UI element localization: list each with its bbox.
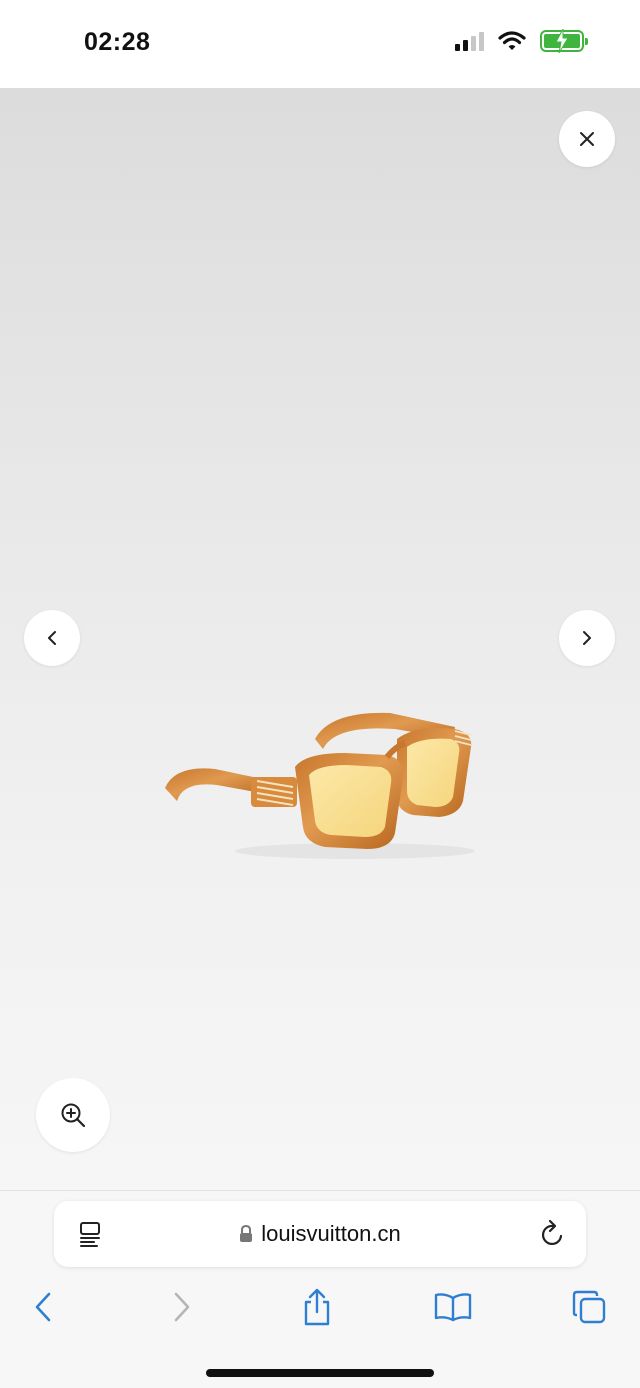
tabs-button[interactable] xyxy=(569,1287,609,1327)
home-indicator[interactable] xyxy=(206,1369,434,1377)
browser-bar: louisvuitton.cn xyxy=(0,1190,640,1388)
share-button[interactable] xyxy=(297,1287,337,1327)
close-button[interactable] xyxy=(559,111,615,167)
product-image xyxy=(165,712,475,859)
battery-charging-icon xyxy=(540,29,588,53)
forward-button[interactable] xyxy=(162,1287,202,1327)
zoom-button[interactable] xyxy=(36,1078,110,1152)
back-icon xyxy=(35,1292,51,1322)
forward-icon xyxy=(174,1292,190,1322)
url-text: louisvuitton.cn xyxy=(261,1221,401,1246)
bookmarks-button[interactable] xyxy=(433,1287,473,1327)
cellular-signal-icon xyxy=(455,31,484,51)
next-image-button[interactable] xyxy=(559,610,615,666)
reload-icon[interactable] xyxy=(540,1220,566,1248)
status-time: 02:28 xyxy=(84,28,151,56)
tabs-icon xyxy=(572,1290,606,1324)
lock-icon xyxy=(240,1225,253,1242)
wifi-icon xyxy=(498,31,526,50)
status-bar: 02:28 xyxy=(0,0,640,88)
url-display[interactable]: louisvuitton.cn xyxy=(54,1221,586,1247)
share-icon xyxy=(304,1288,330,1326)
chevron-left-icon xyxy=(48,631,56,645)
zoom-in-icon xyxy=(61,1103,86,1128)
product-image-viewer[interactable] xyxy=(0,88,640,1190)
previous-image-button[interactable] xyxy=(24,610,80,666)
address-bar[interactable]: louisvuitton.cn xyxy=(54,1201,586,1267)
back-button[interactable] xyxy=(23,1287,63,1327)
close-icon xyxy=(580,132,594,146)
chevron-right-icon xyxy=(583,631,591,645)
status-icons xyxy=(455,29,588,53)
bookmarks-icon xyxy=(434,1293,472,1322)
